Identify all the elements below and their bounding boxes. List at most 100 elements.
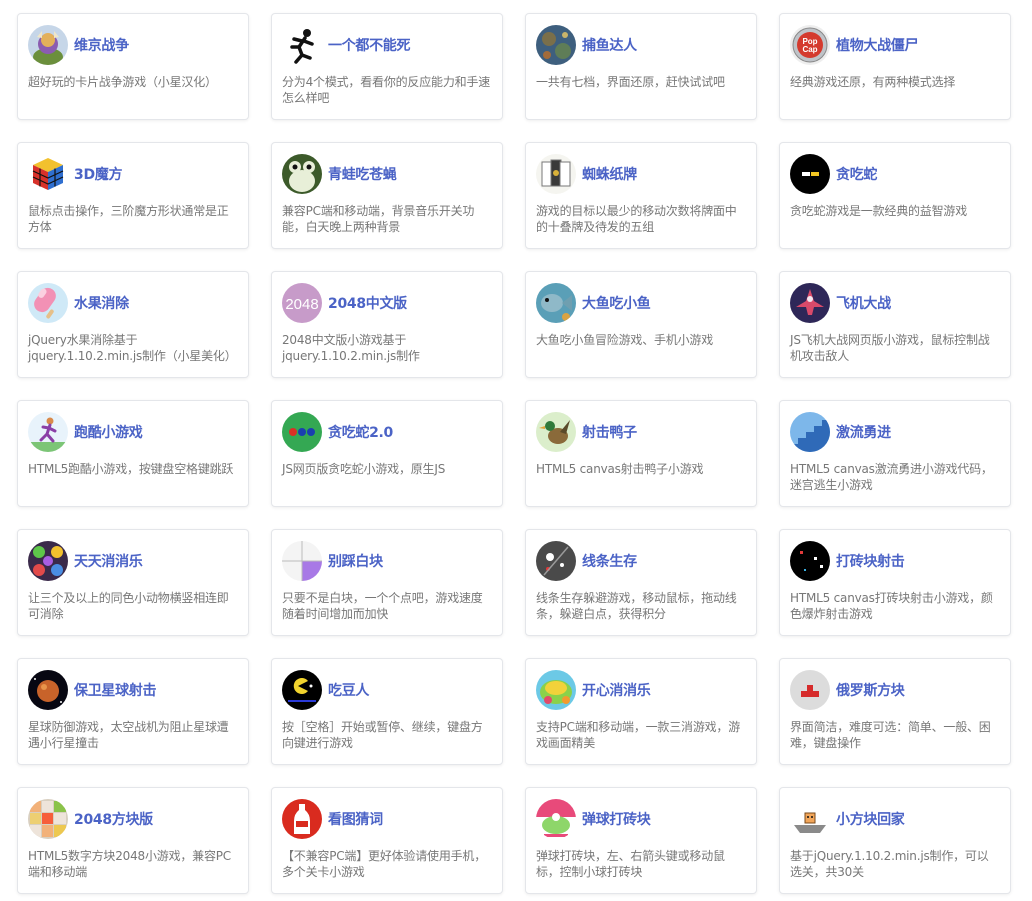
game-card[interactable]: 保卫星球射击 星球防御游戏，太空战机为阻止星球遭遇小行星撞击 [17,658,249,765]
game-title[interactable]: 保卫星球射击 [74,680,157,700]
game-description: 一共有七档，界面还原，赶快试试吧 [536,75,725,89]
game-card-header: 天天消消乐 [28,540,238,582]
game-card-header: 弹球打砖块 [536,798,746,840]
popcap-icon: Pop Cap [790,25,830,65]
game-description: 基于jQuery.1.10.2.min.js制作，可以选关，共30关 [790,849,989,879]
snake2-icon [282,412,322,452]
game-title[interactable]: 俄罗斯方块 [836,680,905,700]
2048-icon: 2048 [282,283,322,323]
game-title[interactable]: 天天消消乐 [74,551,143,571]
game-description: 鼠标点击操作，三阶魔方形状通常是正方体 [28,204,229,234]
game-card[interactable]: 天天消消乐 让三个及以上的同色小动物横竖相连即可消除 [17,529,249,636]
parkour-icon [28,412,68,452]
game-description: 只要不是白块，一个个点吧，游戏速度随着时间增加而加快 [282,591,483,621]
game-card[interactable]: 2048 2048中文版 2048中文版小游戏基于jquery.1.10.2.min… [271,271,503,378]
game-card-header: 看图猜词 [282,798,492,840]
game-card[interactable]: 跑酷小游戏 HTML5跑酷小游戏，按键盘空格键跳跃 [17,400,249,507]
game-card[interactable]: 吃豆人 按［空格］开始或暂停、继续，键盘方向键进行游戏 [271,658,503,765]
duck-icon [536,412,576,452]
game-title[interactable]: 捕鱼达人 [582,35,637,55]
game-title[interactable]: 水果消除 [74,293,129,313]
game-card-header: 保卫星球射击 [28,669,238,711]
game-title[interactable]: 激流勇进 [836,422,891,442]
rubiks-cube-icon [28,154,68,194]
line-survival-icon [536,541,576,581]
game-card[interactable]: 贪吃蛇贪吃蛇游戏是一款经典的益智游戏 [779,142,1011,249]
game-title[interactable]: 2048中文版 [328,293,407,313]
game-card-header: 维京战争 [28,24,238,66]
game-card[interactable]: 开心消消乐 支持PC端和移动端，一款三消游戏，游戏画面精美 [525,658,757,765]
game-card[interactable]: 2048方块版 HTML5数字方块2048小游戏，兼容PC端和移动端 [17,787,249,894]
game-title[interactable]: 2048方块版 [74,809,153,829]
snake-icon [790,154,830,194]
game-title[interactable]: 别踩白块 [328,551,383,571]
game-description: 游戏的目标以最少的移动次数将牌面中的十叠牌及待发的五组 [536,204,737,234]
game-title[interactable]: 开心消消乐 [582,680,651,700]
game-card[interactable]: 大鱼吃小鱼 大鱼吃小鱼冒险游戏、手机小游戏 [525,271,757,378]
game-title[interactable]: 植物大战僵尸 [836,35,919,55]
game-card[interactable]: 射击鸭子 HTML5 canvas射击鸭子小游戏 [525,400,757,507]
game-card[interactable]: 小方块回家基于jQuery.1.10.2.min.js制作，可以选关，共30关 [779,787,1011,894]
game-title[interactable]: 吃豆人 [328,680,369,700]
game-grid: 维京战争 超好玩的卡片战争游戏（小星汉化） 一个都不能死 分为4个模式，看看你的反应能… [17,13,1011,894]
game-title[interactable]: 小方块回家 [836,809,905,829]
game-card-header: 贪吃蛇 [790,153,1000,195]
game-card[interactable]: 一个都不能死 分为4个模式，看看你的反应能力和手速怎么样吧 [271,13,503,120]
white-tiles-icon [282,541,322,581]
game-title[interactable]: 贪吃蛇2.0 [328,422,393,442]
game-card[interactable]: 看图猜词 【不兼容PC端】更好体验请使用手机，多个关卡小游戏 [271,787,503,894]
game-description: jQuery水果消除基于jquery.1.10.2.min.js制作（小星美化） [28,333,237,363]
svg-text:2048: 2048 [285,296,318,313]
tetris-icon [790,670,830,710]
game-title[interactable]: 跑酷小游戏 [74,422,143,442]
game-description: HTML5数字方块2048小游戏，兼容PC端和移动端 [28,849,231,879]
game-title[interactable]: 贪吃蛇 [836,164,877,184]
game-title[interactable]: 线条生存 [582,551,637,571]
game-card[interactable]: 蜘蛛纸牌游戏的目标以最少的移动次数将牌面中的十叠牌及待发的五组 [525,142,757,249]
game-title[interactable]: 大鱼吃小鱼 [582,293,651,313]
game-card[interactable]: 飞机大战 JS飞机大战网页版小游戏，鼠标控制战机攻击敌人 [779,271,1011,378]
fishing-icon [536,25,576,65]
game-card[interactable]: 打砖块射击 HTML5 canvas打砖块射击小游戏，颜色爆炸射击游戏 [779,529,1011,636]
plane-icon [790,283,830,323]
game-description: 2048中文版小游戏基于jquery.1.10.2.min.js制作 [282,333,420,363]
game-description: HTML5 canvas射击鸭子小游戏 [536,462,704,476]
game-title[interactable]: 青蛙吃苍蝇 [328,164,397,184]
game-title[interactable]: 3D魔方 [74,164,122,184]
game-card[interactable]: 贪吃蛇2.0 JS网页版贪吃蛇小游戏，原生JS [271,400,503,507]
game-card-header: 吃豆人 [282,669,492,711]
game-card-header: 激流勇进 [790,411,1000,453]
game-card[interactable]: 激流勇进 HTML5 canvas激流勇进小游戏代码，迷宫逃生小游戏 [779,400,1011,507]
game-title[interactable]: 射击鸭子 [582,422,637,442]
game-description: 线条生存躲避游戏，移动鼠标，拖动线条，躲避白点，获得积分 [536,591,737,621]
game-title[interactable]: 弹球打砖块 [582,809,651,829]
game-title[interactable]: 一个都不能死 [328,35,411,55]
game-card[interactable]: 捕鱼达人一共有七档，界面还原，赶快试试吧 [525,13,757,120]
game-card[interactable]: 弹球打砖块 弹球打砖块，左、右箭头键或移动鼠标，控制小球打砖块 [525,787,757,894]
game-card[interactable]: 线条生存线条生存躲避游戏，移动鼠标，拖动线条，躲避白点，获得积分 [525,529,757,636]
game-card-header: 飞机大战 [790,282,1000,324]
game-title[interactable]: 打砖块射击 [836,551,905,571]
happy-match-icon [536,670,576,710]
game-card-header: 线条生存 [536,540,746,582]
game-card-header: 贪吃蛇2.0 [282,411,492,453]
game-title[interactable]: 维京战争 [74,35,129,55]
game-description: HTML5 canvas激流勇进小游戏代码，迷宫逃生小游戏 [790,462,993,492]
game-title[interactable]: 看图猜词 [328,809,383,829]
game-card-header: 开心消消乐 [536,669,746,711]
game-card[interactable]: 青蛙吃苍蝇 兼容PC端和移动端，背景音乐开关功能，白天晚上两种背景 [271,142,503,249]
game-card[interactable]: Pop Cap 植物大战僵尸 经典游戏还原，有两种模式选择 [779,13,1011,120]
game-card[interactable]: 水果消除 jQuery水果消除基于jquery.1.10.2.min.js制作（小… [17,271,249,378]
game-card[interactable]: 维京战争 超好玩的卡片战争游戏（小星汉化） [17,13,249,120]
game-card-header: 蜘蛛纸牌 [536,153,746,195]
game-title[interactable]: 飞机大战 [836,293,891,313]
game-description: 贪吃蛇游戏是一款经典的益智游戏 [790,204,968,218]
svg-text:Cap: Cap [802,45,817,54]
game-card-header: 跑酷小游戏 [28,411,238,453]
game-card-header: 射击鸭子 [536,411,746,453]
game-card[interactable]: 俄罗斯方块 界面简洁，难度可选：简单、一般、困难，键盘操作 [779,658,1011,765]
game-card[interactable]: 别踩白块只要不是白块，一个个点吧，游戏速度随着时间增加而加快 [271,529,503,636]
game-card[interactable]: 3D魔方鼠标点击操作，三阶魔方形状通常是正方体 [17,142,249,249]
game-card-header: 小方块回家 [790,798,1000,840]
game-title[interactable]: 蜘蛛纸牌 [582,164,637,184]
